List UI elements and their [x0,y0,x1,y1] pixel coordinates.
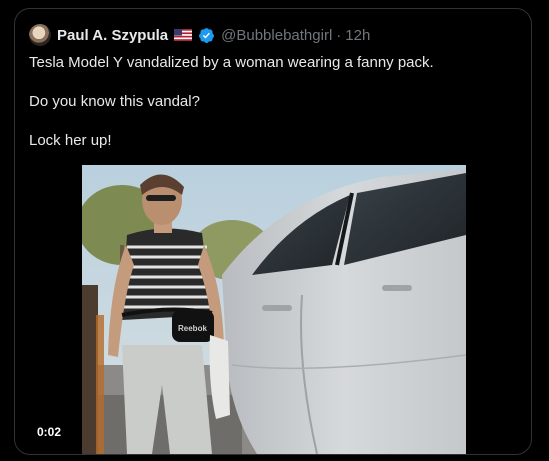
video-frame: Reebok [82,165,466,454]
verified-badge-icon[interactable] [198,27,215,44]
tweet-body: Tesla Model Y vandalized by a woman wear… [29,53,509,170]
video-duration: 0:02 [31,422,68,442]
tweet-paragraph: Lock her up! [29,132,112,149]
author-name[interactable]: Paul A. Szypula [57,27,168,44]
timestamp[interactable]: 12h [345,27,370,44]
fanny-pack-logo: Reebok [178,324,207,333]
video-player[interactable]: Reebok [82,165,466,454]
us-flag-icon [174,29,193,41]
avatar[interactable] [29,24,51,46]
tweet-card[interactable]: Paul A. Szypula @Bubblebathgirl · 12h Te… [14,8,532,455]
tweet-paragraph: Tesla Model Y vandalized by a woman wear… [29,54,434,71]
author-handle[interactable]: @Bubblebathgirl [221,27,332,44]
separator-dot: · [336,26,342,44]
tweet-header: Paul A. Szypula @Bubblebathgirl · 12h [29,23,370,47]
tweet-paragraph: Do you know this vandal? [29,93,200,110]
